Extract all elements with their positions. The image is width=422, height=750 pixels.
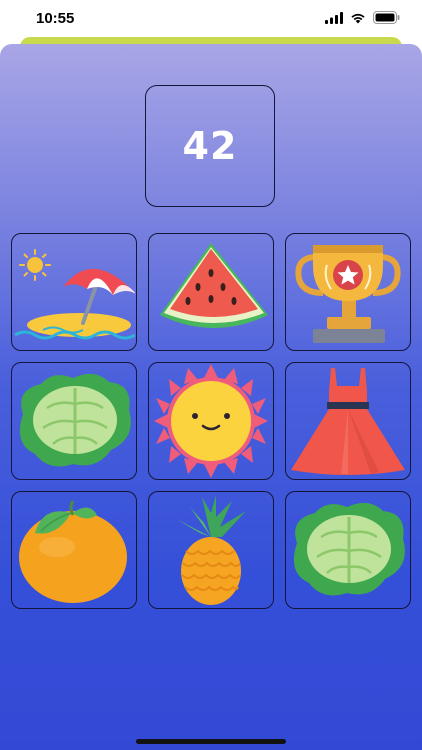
card-cabbage-2[interactable] (285, 491, 411, 609)
orange-icon (19, 500, 127, 603)
score-box: 42 (145, 85, 275, 207)
card-sun[interactable] (148, 362, 274, 480)
status-time: 10:55 (36, 10, 75, 27)
signal-icon (325, 11, 343, 24)
battery-icon (373, 11, 400, 24)
beach-umbrella-icon (14, 249, 135, 340)
sun-icon (154, 364, 268, 478)
trophy-icon (295, 245, 401, 343)
cabbage-icon (293, 502, 405, 596)
dress-icon (291, 368, 405, 475)
score-value: 42 (182, 124, 238, 168)
card-orange[interactable] (11, 491, 137, 609)
card-trophy[interactable] (285, 233, 411, 351)
game-sheet: 42 (0, 44, 422, 750)
pineapple-icon (176, 495, 246, 605)
card-cabbage[interactable] (11, 362, 137, 480)
card-beach[interactable] (11, 233, 137, 351)
home-indicator[interactable] (136, 739, 286, 744)
card-pineapple[interactable] (148, 491, 274, 609)
card-watermelon[interactable] (148, 233, 274, 351)
cabbage-icon (19, 373, 131, 467)
watermelon-icon (160, 243, 268, 328)
wifi-icon (351, 13, 365, 23)
status-bar: 10:55 (0, 0, 422, 40)
card-dress[interactable] (285, 362, 411, 480)
status-icons (325, 11, 400, 24)
